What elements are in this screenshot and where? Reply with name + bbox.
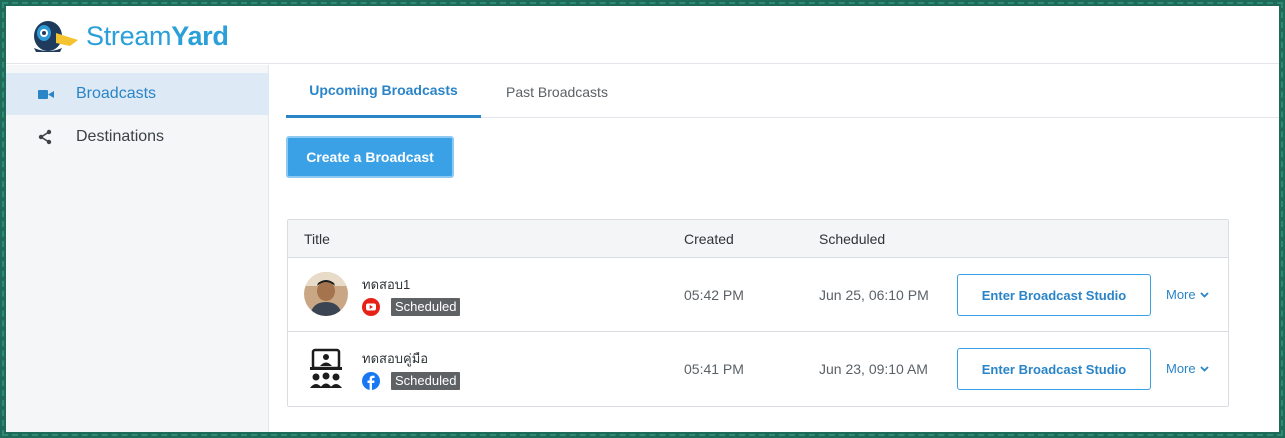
duck-logo-icon xyxy=(34,21,78,52)
created-time: 05:42 PM xyxy=(684,287,744,303)
sidebar: Broadcasts Destinations xyxy=(6,65,269,432)
more-dropdown[interactable]: More xyxy=(1166,361,1209,376)
avatar xyxy=(304,346,348,390)
sidebar-item-label: Destinations xyxy=(76,128,165,145)
sidebar-item-destinations[interactable]: Destinations xyxy=(6,116,269,158)
table-header: Title Created Scheduled xyxy=(288,220,1228,258)
chevron-down-icon xyxy=(1199,365,1209,372)
sidebar-item-broadcasts[interactable]: Broadcasts xyxy=(6,73,269,115)
avatar xyxy=(304,272,348,316)
broadcast-tabs: Upcoming Broadcasts Past Broadcasts xyxy=(286,65,1279,118)
youtube-icon xyxy=(362,298,380,316)
table-row: ทดสอบ1 Scheduled 05:42 PM Jun 25, 06:10 … xyxy=(288,258,1228,332)
more-dropdown[interactable]: More xyxy=(1166,287,1209,302)
top-bar: StreamYard xyxy=(6,6,1279,64)
sidebar-item-label: Broadcasts xyxy=(76,85,157,102)
video-camera-icon xyxy=(38,86,58,102)
enter-broadcast-studio-button[interactable]: Enter Broadcast Studio xyxy=(957,274,1151,316)
logo-text: StreamYard xyxy=(86,20,229,51)
streamyard-logo[interactable]: StreamYard xyxy=(30,18,229,54)
column-header-scheduled: Scheduled xyxy=(819,231,886,247)
table-row: ทดสอบคู่มือ Scheduled 05:41 PM Jun 23, 0… xyxy=(288,332,1228,406)
more-label: More xyxy=(1166,287,1196,302)
share-icon xyxy=(38,129,58,145)
scheduled-time: Jun 25, 06:10 PM xyxy=(819,287,929,303)
more-label: More xyxy=(1166,361,1196,376)
create-broadcast-button[interactable]: Create a Broadcast xyxy=(286,136,454,178)
created-time: 05:41 PM xyxy=(684,361,744,377)
status-badge: Scheduled xyxy=(391,298,461,316)
tab-past-broadcasts[interactable]: Past Broadcasts xyxy=(506,65,608,118)
status-badge: Scheduled xyxy=(391,372,461,390)
facebook-icon xyxy=(362,372,380,390)
app-window: StreamYard Broadcasts Destinations Upcom… xyxy=(2,2,1283,436)
broadcast-title: ทดสอบ1 xyxy=(362,277,411,292)
column-header-created: Created xyxy=(684,231,734,247)
column-header-title: Title xyxy=(304,231,330,247)
broadcasts-table: Title Created Scheduled ทดสอบ1 Scheduled… xyxy=(287,219,1229,407)
broadcast-title: ทดสอบคู่มือ xyxy=(362,351,429,366)
scheduled-time: Jun 23, 09:10 AM xyxy=(819,361,928,377)
enter-broadcast-studio-button[interactable]: Enter Broadcast Studio xyxy=(957,348,1151,390)
tab-upcoming-broadcasts[interactable]: Upcoming Broadcasts xyxy=(286,65,481,118)
chevron-down-icon xyxy=(1199,291,1209,298)
